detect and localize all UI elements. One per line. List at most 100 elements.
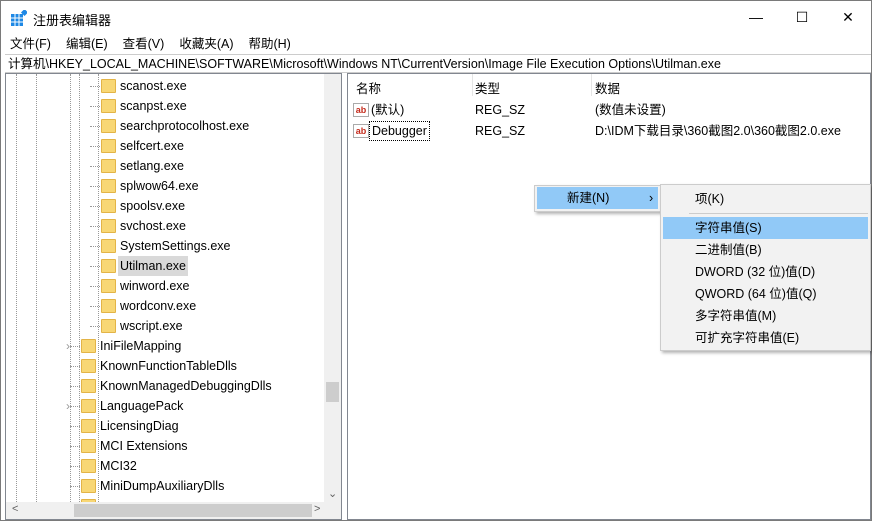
menu-item-string-value[interactable]: 字符串值(S) (663, 217, 868, 239)
menu-view[interactable]: 查看(V) (114, 34, 171, 54)
tree-item[interactable]: splwow64.exe (6, 176, 324, 196)
tree-item-label: KnownManagedDebuggingDlls (100, 379, 272, 393)
column-header-name[interactable]: 名称 (356, 78, 381, 97)
registry-tree: scanost.exe scanpst.exe searchprotocolhost… (5, 73, 342, 520)
tree-item-label: MCI32 (100, 459, 137, 473)
folder-icon (81, 379, 96, 393)
tree-item[interactable]: LicensingDiag (6, 416, 324, 436)
tree-item[interactable]: searchprotocolhost.exe (6, 116, 324, 136)
tree-item[interactable]: scanost.exe (6, 76, 324, 96)
menu-help[interactable]: 帮助(H) (239, 34, 296, 54)
tree-item-label: Utilman.exe (118, 256, 188, 276)
folder-icon (101, 299, 116, 313)
menu-item-label: 可扩充字符串值(E) (695, 331, 800, 345)
value-name: Debugger (369, 121, 430, 141)
folder-icon (101, 259, 116, 273)
tree-item[interactable]: Utilman.exe (6, 256, 324, 276)
tree-item[interactable]: SystemSettings.exe (6, 236, 324, 256)
minimize-button[interactable]: — (733, 1, 779, 33)
context-menu: 新建(N) › (534, 185, 661, 212)
folder-icon (81, 459, 96, 473)
tree-item-label: setlang.exe (120, 159, 184, 173)
maximize-button[interactable]: ☐ (779, 1, 825, 33)
tree-item[interactable]: selfcert.exe (6, 136, 324, 156)
tree-item-label: wscript.exe (120, 319, 183, 333)
menu-item-multi-string-value[interactable]: 多字符串值(M) (663, 305, 868, 327)
menu-item-qword-value[interactable]: QWORD (64 位)值(Q) (663, 283, 868, 305)
menu-item-dword-value[interactable]: DWORD (32 位)值(D) (663, 261, 868, 283)
tree-item-label: splwow64.exe (120, 179, 199, 193)
menu-item-label: 多字符串值(M) (695, 309, 777, 323)
folder-icon (101, 99, 116, 113)
menu-bar: 文件(F) 编辑(E) 查看(V) 收藏夹(A) 帮助(H) (1, 34, 297, 54)
menu-item-key[interactable]: 项(K) (663, 188, 868, 210)
tree-item[interactable]: MCI Extensions (6, 436, 324, 456)
value-row[interactable]: ab (默认) REG_SZ (数值未设置) (353, 100, 863, 120)
folder-icon (81, 479, 96, 493)
tree-item[interactable]: MiniDumpAuxiliaryDlls (6, 476, 324, 496)
column-header-type[interactable]: 类型 (475, 78, 500, 97)
tree-item-label: MiniDumpAuxiliaryDlls (100, 479, 225, 493)
chevron-right-icon: › (649, 191, 654, 205)
folder-icon (101, 139, 116, 153)
folder-icon (101, 79, 116, 93)
folder-icon (101, 219, 116, 233)
folder-icon (81, 339, 96, 353)
tree-item[interactable]: wscript.exe (6, 316, 324, 336)
tree-item[interactable]: wordconv.exe (6, 296, 324, 316)
registry-editor-window: 注册表编辑器 — ☐ ✕ 文件(F) 编辑(E) 查看(V) 收藏夹(A) 帮助… (0, 0, 872, 521)
tree-item-label: SystemSettings.exe (120, 239, 231, 253)
menu-separator (689, 213, 868, 214)
tree-item[interactable]: spoolsv.exe (6, 196, 324, 216)
tree-item-label: wordconv.exe (120, 299, 197, 313)
menu-item-new[interactable]: 新建(N) › (537, 187, 658, 209)
tree-item[interactable]: KnownFunctionTableDlls (6, 356, 324, 376)
menu-favorites[interactable]: 收藏夹(A) (170, 34, 239, 54)
menu-item-expandable-string-value[interactable]: 可扩充字符串值(E) (663, 327, 868, 349)
menu-file[interactable]: 文件(F) (1, 34, 57, 54)
column-divider (591, 74, 592, 96)
folder-icon (101, 119, 116, 133)
tree-item[interactable]: winword.exe (6, 276, 324, 296)
tree-item[interactable]: svchost.exe (6, 216, 324, 236)
title-bar: 注册表编辑器 — ☐ ✕ (1, 1, 871, 33)
menu-item-binary-value[interactable]: 二进制值(B) (663, 239, 868, 261)
address-bar[interactable]: 计算机\HKEY_LOCAL_MACHINE\SOFTWARE\Microsof… (5, 54, 871, 73)
folder-icon (101, 239, 116, 253)
scrollbar-thumb[interactable] (326, 382, 339, 402)
tree-item[interactable]: › LanguagePack (6, 396, 324, 416)
menu-item-label: QWORD (64 位)值(Q) (695, 287, 817, 301)
menu-edit[interactable]: 编辑(E) (57, 34, 114, 54)
value-name: (默认) (371, 103, 405, 117)
tree-vertical-scrollbar[interactable]: ⌄ (324, 74, 341, 502)
tree-item-label: MCI Extensions (100, 439, 188, 453)
value-row[interactable]: ab Debugger REG_SZ D:\IDM下载目录\360截图2.0\3… (353, 121, 863, 141)
tree-item-label: IniFileMapping (100, 339, 182, 353)
new-submenu: 项(K) 字符串值(S) 二进制值(B) DWORD (32 位)值(D) QW… (660, 184, 871, 351)
tree-item[interactable]: MCI32 (6, 456, 324, 476)
tree-item-label: scanpst.exe (120, 99, 187, 113)
scroll-right-arrow[interactable]: > (314, 503, 320, 515)
folder-icon (81, 359, 96, 373)
tree-item[interactable]: › IniFileMapping (6, 336, 324, 356)
string-value-icon: ab (353, 124, 369, 138)
tree-item-label: LanguagePack (100, 399, 184, 413)
value-data: D:\IDM下载目录\360截图2.0\360截图2.0.exe (595, 124, 841, 138)
close-button[interactable]: ✕ (825, 1, 871, 33)
tree-item[interactable]: KnownManagedDebuggingDlls (6, 376, 324, 396)
menu-item-label: 字符串值(S) (695, 221, 762, 235)
tree-item[interactable]: setlang.exe (6, 156, 324, 176)
scrollbar-thumb[interactable] (74, 504, 312, 517)
tree-horizontal-scrollbar[interactable]: < > (6, 502, 341, 519)
value-type: REG_SZ (475, 103, 526, 117)
scroll-down-arrow[interactable]: ⌄ (328, 487, 337, 500)
registry-app-icon (11, 10, 27, 26)
string-value-icon: ab (353, 103, 369, 117)
scroll-left-arrow[interactable]: < (12, 503, 18, 515)
menu-item-label: DWORD (32 位)值(D) (695, 265, 816, 279)
menu-item-label: 二进制值(B) (695, 243, 762, 257)
menu-item-label: 项(K) (695, 192, 725, 206)
tree-item[interactable]: scanpst.exe (6, 96, 324, 116)
column-header-data[interactable]: 数据 (595, 78, 620, 97)
folder-icon (81, 399, 96, 413)
